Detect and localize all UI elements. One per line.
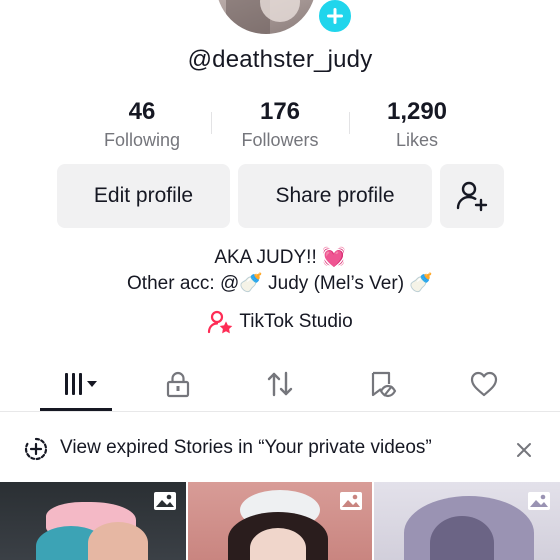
stat-followers-label: Followers (241, 130, 319, 150)
add-user-icon (456, 181, 488, 212)
share-profile-button[interactable]: Share profile (238, 164, 432, 228)
bio-line-1: AKA JUDY!! 💓 (214, 247, 346, 268)
photo-icon (154, 492, 176, 515)
close-icon (517, 443, 531, 457)
add-friends-button[interactable] (440, 164, 504, 228)
avatar-image (216, 0, 316, 34)
expired-stories-text: View expired Stories in “Your private vi… (60, 437, 432, 458)
tab-private[interactable] (140, 356, 216, 412)
tab-favorites[interactable] (344, 356, 420, 412)
lock-icon (166, 371, 190, 398)
studio-icon (208, 310, 233, 334)
grid-icon (65, 373, 97, 395)
tab-videos[interactable] (40, 356, 112, 412)
video-grid (0, 482, 560, 560)
expired-stories-banner[interactable]: View expired Stories in “Your private vi… (0, 420, 560, 478)
stat-followers-value: 176 (259, 98, 301, 125)
tiktok-studio-link[interactable]: TikTok Studio (0, 309, 560, 335)
close-banner-button[interactable] (512, 438, 536, 462)
studio-label: TikTok Studio (239, 311, 353, 332)
tab-liked[interactable] (446, 356, 522, 412)
profile-tabs (0, 356, 560, 412)
add-story-button[interactable] (316, 0, 354, 35)
stat-likes[interactable]: 1,290 Likes (347, 98, 487, 151)
stat-likes-label: Likes (395, 130, 439, 150)
photo-icon (340, 492, 362, 515)
stat-following-value: 46 (128, 98, 156, 125)
photo-icon (528, 492, 550, 515)
username: @deathster_judy (187, 46, 373, 73)
heart-icon (470, 371, 498, 397)
grid-item[interactable] (188, 482, 372, 560)
plus-icon (327, 8, 343, 24)
stat-following[interactable]: 46 Following (72, 98, 212, 151)
stat-likes-value: 1,290 (386, 98, 448, 125)
bio-line-2: Other acc: @🍼 Judy (Mel’s Ver) 🍼 (127, 273, 433, 294)
story-add-icon (24, 437, 48, 461)
stat-followers[interactable]: 176 Followers (210, 98, 350, 151)
tab-reposts[interactable] (242, 356, 318, 412)
grid-item[interactable] (0, 482, 186, 560)
repost-icon (267, 371, 293, 397)
profile-avatar[interactable] (216, 0, 316, 34)
stat-following-label: Following (103, 130, 181, 150)
bookmark-hidden-icon (371, 371, 397, 398)
edit-profile-button[interactable]: Edit profile (57, 164, 230, 228)
active-tab-indicator (40, 408, 112, 411)
grid-item[interactable] (374, 482, 560, 560)
